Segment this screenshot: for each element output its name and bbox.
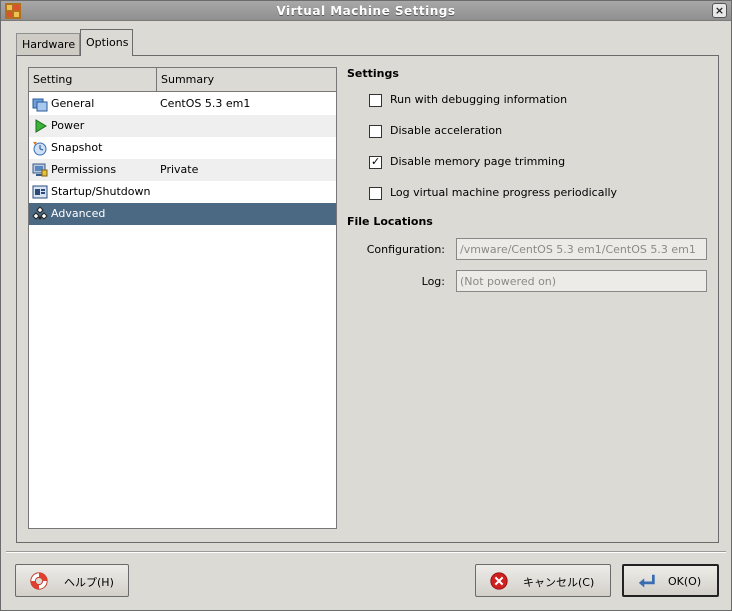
checkbox-disable-acceleration[interactable] bbox=[369, 125, 382, 138]
help-lifebuoy-icon bbox=[30, 572, 48, 590]
list-item-summary: Private bbox=[160, 163, 199, 176]
permissions-icon bbox=[32, 163, 48, 177]
list-item-general[interactable]: General CentOS 5.3 em1 bbox=[29, 93, 336, 115]
tab-hardware[interactable]: Hardware bbox=[16, 33, 80, 55]
list-item-label: Snapshot bbox=[51, 141, 103, 154]
checkbox-disable-memory-trimming[interactable]: ✓ bbox=[369, 155, 382, 169]
settings-window: Virtual Machine Settings × Hardware Opti… bbox=[0, 0, 732, 611]
advanced-icon bbox=[32, 206, 48, 220]
general-icon bbox=[32, 98, 48, 112]
checkbox-log-progress[interactable] bbox=[369, 187, 382, 200]
list-header: Setting Summary bbox=[29, 68, 336, 92]
options-panel: Setting Summary General CentOS 5.3 em1 P… bbox=[16, 55, 719, 543]
ok-button-label: OK(O) bbox=[668, 575, 702, 588]
title-bar[interactable]: Virtual Machine Settings × bbox=[1, 1, 731, 21]
configuration-field[interactable]: /vmware/CentOS 5.3 em1/CentOS 5.3 em1 bbox=[456, 238, 707, 260]
list-item-label: Permissions bbox=[51, 163, 117, 176]
help-button[interactable]: ヘルプ(H) bbox=[15, 564, 129, 597]
log-field[interactable]: (Not powered on) bbox=[456, 270, 707, 292]
list-item-label: General bbox=[51, 97, 95, 110]
startup-shutdown-icon bbox=[32, 185, 48, 199]
list-item-summary: CentOS 5.3 em1 bbox=[160, 97, 251, 110]
close-icon[interactable]: × bbox=[712, 3, 727, 18]
settings-heading: Settings bbox=[347, 67, 399, 80]
checkbox-label[interactable]: Log virtual machine progress periodicall… bbox=[390, 186, 617, 199]
list-item-label: Startup/Shutdown bbox=[51, 185, 151, 198]
cancel-button[interactable]: キャンセル(C) bbox=[475, 564, 611, 597]
ok-button[interactable]: OK(O) bbox=[622, 564, 719, 597]
cancel-button-label: キャンセル(C) bbox=[523, 576, 595, 589]
enter-arrow-icon bbox=[638, 574, 655, 588]
list-item-label: Power bbox=[51, 119, 85, 132]
list-item-snapshot[interactable]: Snapshot bbox=[29, 137, 336, 159]
column-header-setting[interactable]: Setting bbox=[29, 68, 157, 91]
checkbox-label[interactable]: Disable acceleration bbox=[390, 124, 502, 137]
divider bbox=[6, 551, 726, 553]
checkbox-run-debugging[interactable] bbox=[369, 94, 382, 107]
configuration-label: Configuration: bbox=[366, 243, 445, 256]
power-play-icon bbox=[35, 119, 47, 133]
list-item-permissions[interactable]: Permissions Private bbox=[29, 159, 336, 181]
column-header-summary[interactable]: Summary bbox=[157, 68, 336, 91]
snapshot-icon bbox=[33, 142, 47, 156]
tab-options[interactable]: Options bbox=[80, 29, 133, 56]
settings-list[interactable]: Setting Summary General CentOS 5.3 em1 P… bbox=[28, 67, 337, 529]
list-item-power[interactable]: Power bbox=[29, 115, 336, 137]
file-locations-heading: File Locations bbox=[347, 215, 433, 228]
log-label: Log: bbox=[421, 275, 445, 288]
checkbox-label[interactable]: Run with debugging information bbox=[390, 93, 567, 106]
list-item-label: Advanced bbox=[51, 207, 106, 220]
list-item-startup-shutdown[interactable]: Startup/Shutdown bbox=[29, 181, 336, 203]
list-item-advanced[interactable]: Advanced bbox=[29, 203, 336, 225]
help-button-label: ヘルプ(H) bbox=[64, 576, 114, 589]
window-title: Virtual Machine Settings bbox=[276, 4, 456, 18]
cancel-icon bbox=[490, 572, 508, 590]
checkbox-label[interactable]: Disable memory page trimming bbox=[390, 155, 565, 168]
checkmark-icon: ✓ bbox=[371, 155, 381, 168]
